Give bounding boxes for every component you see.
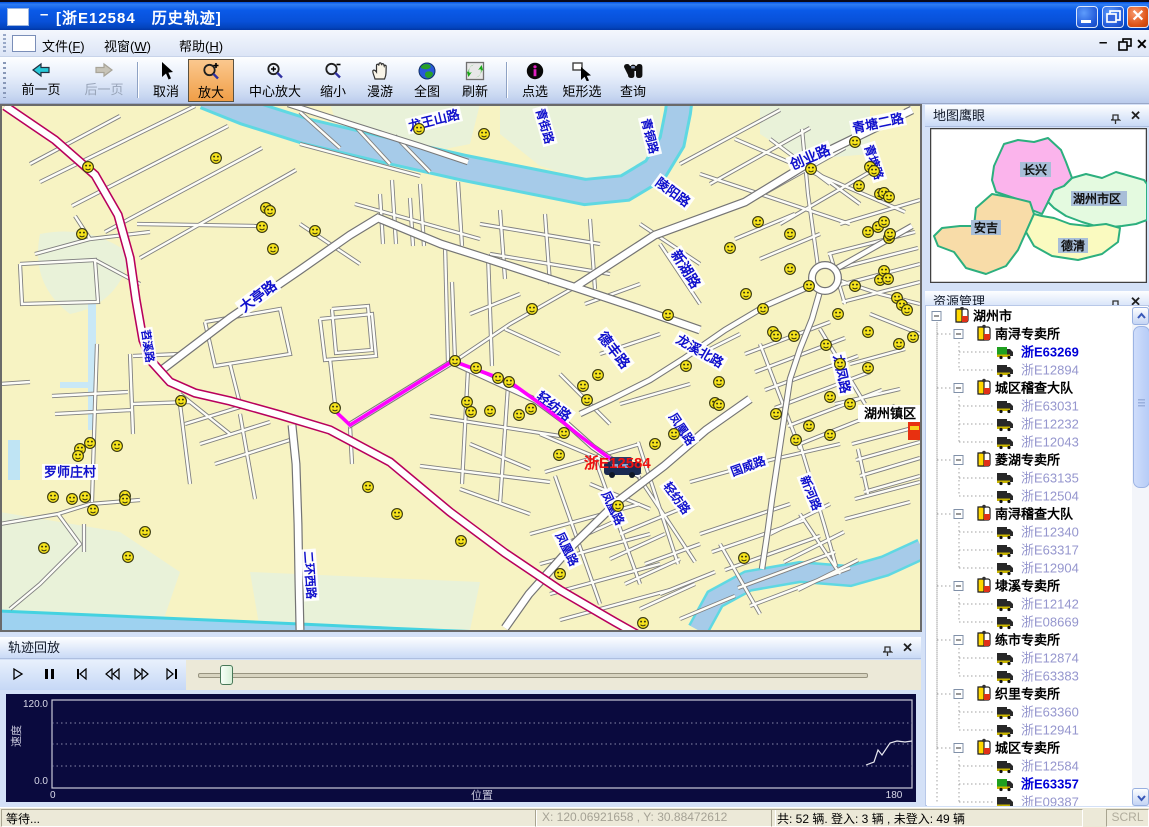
svg-text:0: 0 <box>50 790 56 801</box>
svg-text:浙E08669: 浙E08669 <box>1021 615 1079 630</box>
svg-text:城区专卖所: 城区专卖所 <box>995 741 1060 756</box>
svg-text:180: 180 <box>886 790 903 801</box>
svg-text:织里专卖所: 织里专卖所 <box>995 687 1060 702</box>
svg-text:速度: 速度 <box>9 725 23 747</box>
svg-text:浙E12904: 浙E12904 <box>1021 561 1079 576</box>
svg-text:德清: 德清 <box>1061 238 1085 253</box>
svg-text:安吉: 安吉 <box>974 220 998 235</box>
svg-text:浙E12043: 浙E12043 <box>1021 435 1079 450</box>
svg-text:湖州镇区: 湖州镇区 <box>864 406 916 421</box>
svg-text:湖州市: 湖州市 <box>973 309 1012 324</box>
svg-text:浙E12340: 浙E12340 <box>1021 525 1079 540</box>
svg-text:浙E12232: 浙E12232 <box>1021 417 1079 432</box>
svg-text:菱湖专卖所: 菱湖专卖所 <box>995 453 1060 468</box>
svg-text:浙E63317: 浙E63317 <box>1021 543 1079 558</box>
svg-text:浙E12142: 浙E12142 <box>1021 597 1079 612</box>
svg-text:湖州市区: 湖州市区 <box>1073 191 1121 206</box>
svg-text:浙E09387: 浙E09387 <box>1021 795 1079 807</box>
svg-text:浙E63360: 浙E63360 <box>1021 705 1079 720</box>
svg-text:浙E63383: 浙E63383 <box>1021 669 1079 684</box>
svg-text:南浔稽查大队: 南浔稽查大队 <box>995 507 1074 522</box>
svg-text:浙E12584: 浙E12584 <box>1021 759 1079 774</box>
svg-text:长兴: 长兴 <box>1023 162 1047 177</box>
svg-text:浙E63135: 浙E63135 <box>1021 471 1079 486</box>
svg-text:浙E12874: 浙E12874 <box>1021 651 1079 666</box>
svg-text:位置: 位置 <box>471 788 493 802</box>
svg-text:埭溪专卖所: 埭溪专卖所 <box>995 579 1060 594</box>
svg-text:浙E12941: 浙E12941 <box>1021 723 1079 738</box>
svg-text:南浔专卖所: 南浔专卖所 <box>995 327 1060 342</box>
svg-text:0.0: 0.0 <box>34 776 48 787</box>
svg-text:120.0: 120.0 <box>23 699 48 710</box>
svg-text:城区稽查大队: 城区稽查大队 <box>995 381 1074 396</box>
svg-text:浙E63269: 浙E63269 <box>1021 345 1079 360</box>
svg-text:浙E63031: 浙E63031 <box>1021 399 1079 414</box>
svg-text:罗师庄村: 罗师庄村 <box>44 465 96 480</box>
svg-text:练市专卖所: 练市专卖所 <box>995 633 1060 648</box>
svg-text:浙E63357: 浙E63357 <box>1021 777 1079 792</box>
svg-text:浙E12584: 浙E12584 <box>584 454 651 472</box>
svg-text:浙E12894: 浙E12894 <box>1021 363 1079 378</box>
svg-text:浙E12504: 浙E12504 <box>1021 489 1079 504</box>
